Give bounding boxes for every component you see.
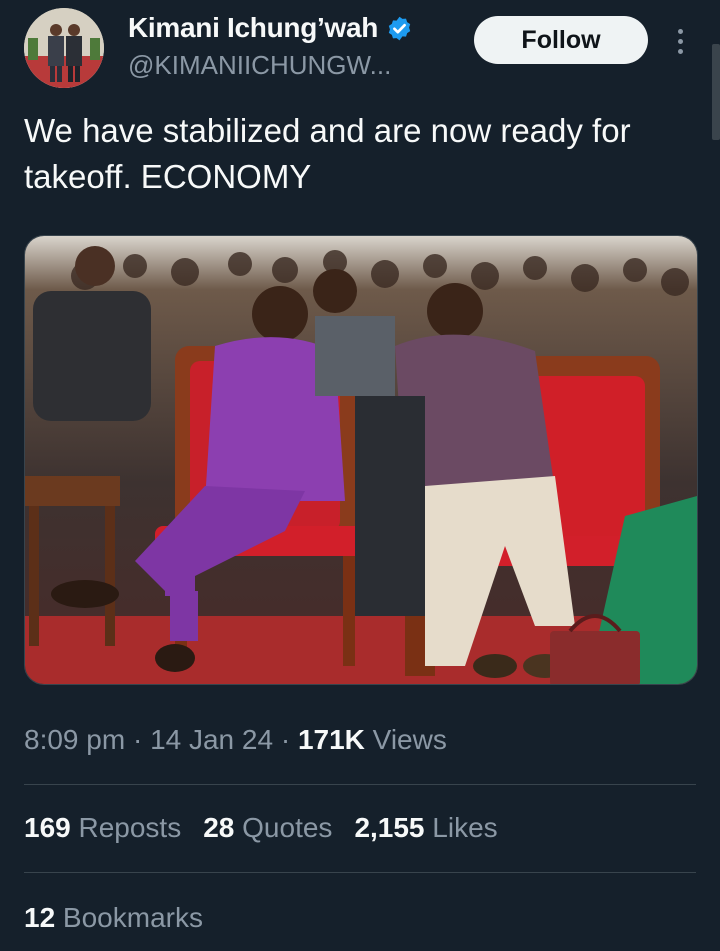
- more-vertical-icon[interactable]: [670, 24, 690, 60]
- tweet-timestamp-row: 8:09 pm · 14 Jan 24 · 171K Views: [24, 724, 447, 756]
- quotes-stat[interactable]: 28 Quotes: [203, 812, 332, 844]
- likes-stat[interactable]: 2,155 Likes: [354, 812, 497, 844]
- bookmarks-count: 12: [24, 902, 56, 933]
- author-handle[interactable]: @KIMANIICHUNGW...: [128, 50, 391, 81]
- views-count: 171K: [297, 724, 365, 755]
- divider: [24, 872, 696, 873]
- tweet-time[interactable]: 8:09 pm: [24, 724, 125, 755]
- author-display-name[interactable]: Kimani Ichung’wah: [128, 12, 378, 44]
- separator: ·: [273, 724, 298, 755]
- quotes-label: Quotes: [234, 812, 333, 843]
- bookmarks-label: Bookmarks: [55, 902, 203, 933]
- reposts-label: Reposts: [70, 812, 182, 843]
- author-name-row[interactable]: Kimani Ichung’wah: [128, 12, 413, 44]
- reposts-count: 169: [24, 812, 71, 843]
- follow-button[interactable]: Follow: [474, 16, 648, 64]
- tweet-text: We have stabilized and are now ready for…: [24, 112, 631, 195]
- tweet-date[interactable]: 14 Jan 24: [150, 724, 273, 755]
- likes-count: 2,155: [354, 812, 425, 843]
- likes-label: Likes: [424, 812, 498, 843]
- separator: ·: [125, 724, 151, 755]
- scrollbar-thumb[interactable]: [712, 44, 720, 140]
- quotes-count: 28: [203, 812, 235, 843]
- views-label: Views: [364, 724, 447, 755]
- engagement-stats-row: 169 Reposts 28 Quotes 2,155 Likes: [24, 812, 498, 844]
- verified-badge-icon: [388, 16, 411, 40]
- reposts-stat[interactable]: 169 Reposts: [24, 812, 181, 844]
- divider: [24, 784, 696, 785]
- bookmarks-stat[interactable]: 12 Bookmarks: [24, 902, 203, 934]
- tweet-photo[interactable]: [24, 235, 698, 685]
- avatar[interactable]: [24, 8, 104, 88]
